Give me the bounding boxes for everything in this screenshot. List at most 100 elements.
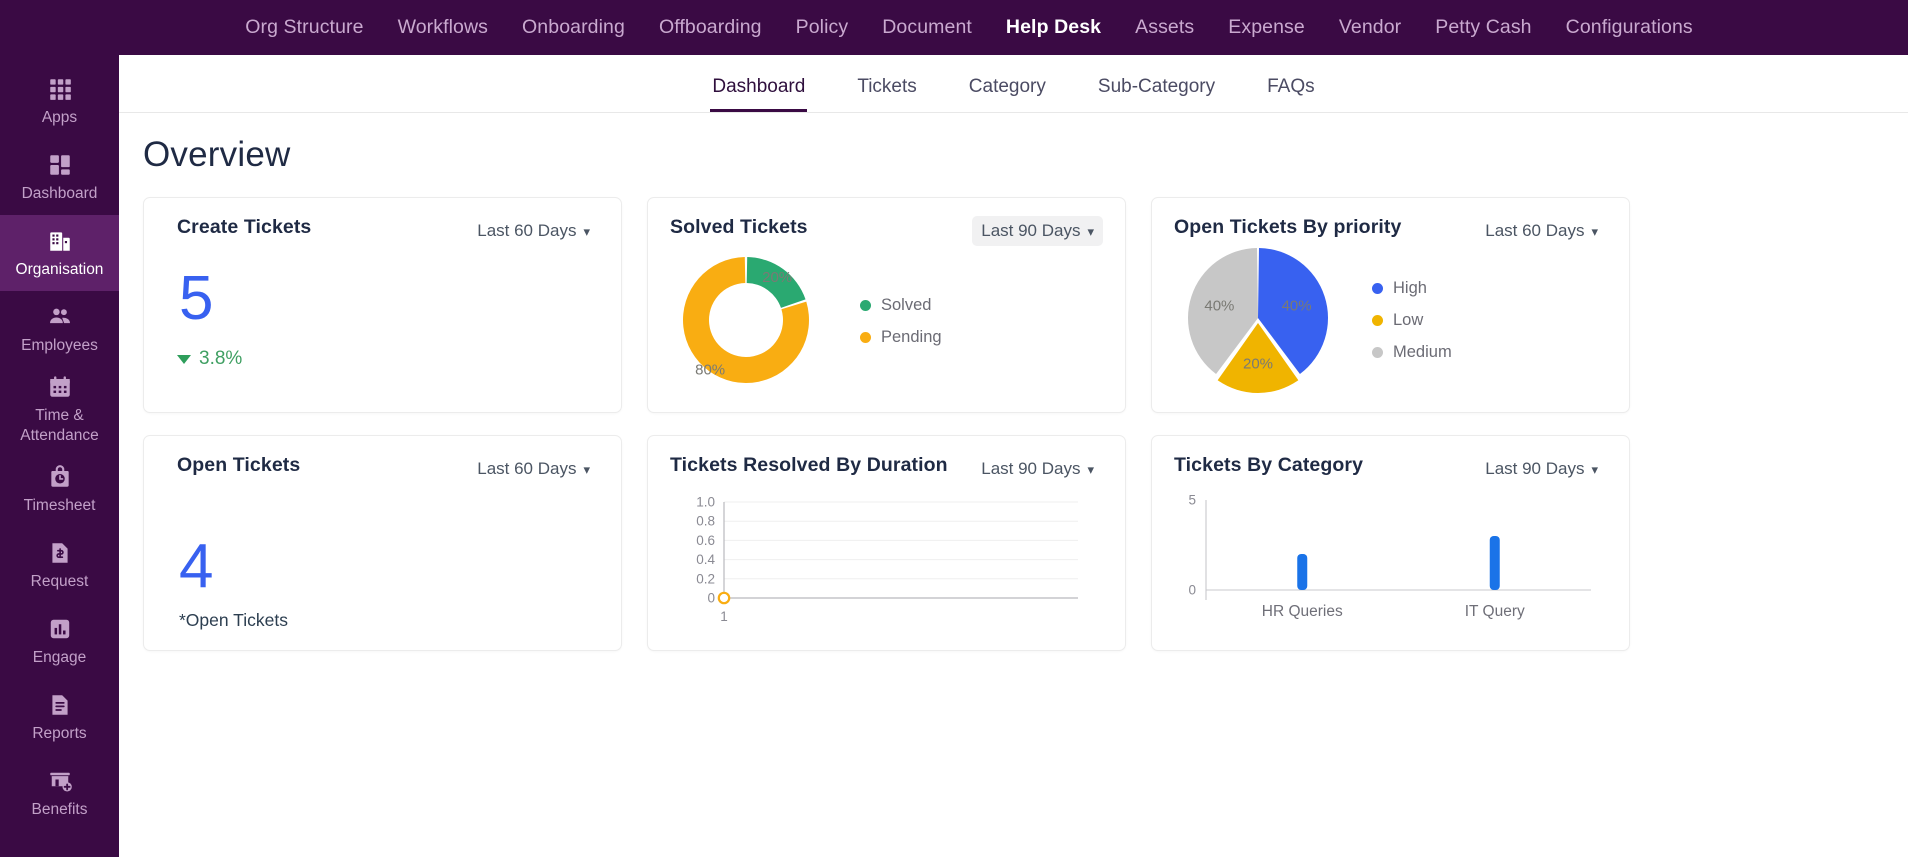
sidebar-item-dashboard[interactable]: Dashboard — [0, 139, 119, 215]
sidebar-item-request[interactable]: Request — [0, 528, 119, 604]
legend-color-dot — [860, 331, 871, 343]
tab-sub-category[interactable]: Sub-Category — [1072, 76, 1241, 112]
clock-bag-icon — [46, 463, 74, 491]
chart-legend-solved-tickets: Solved Pending — [860, 296, 942, 347]
sidebar-item-label: Apps — [41, 108, 78, 126]
card-title: Solved Tickets — [670, 216, 808, 238]
left-sidebar: Apps Dashboard Organisation Employees Ti… — [0, 55, 119, 857]
triangle-down-icon — [177, 354, 191, 364]
legend-item-solved[interactable]: Solved — [860, 296, 942, 315]
donut-slice-label: 20% — [762, 269, 792, 286]
tab-category[interactable]: Category — [943, 76, 1072, 112]
date-range-selector-tickets-by-category[interactable]: Last 90 Days ▾ — [1476, 454, 1607, 484]
topnav-item-vendor[interactable]: Vendor — [1322, 16, 1418, 39]
card-header: Open Tickets By priority Last 60 Days ▾ — [1174, 216, 1607, 246]
topnav-item-label: Configurations — [1565, 16, 1693, 38]
sidebar-item-benefits[interactable]: Benefits — [0, 756, 119, 832]
legend-label: Medium — [1393, 342, 1452, 361]
chart-row: 20% 80% Solved Pending — [670, 248, 1103, 400]
card-header: Tickets By Category Last 90 Days ▾ — [1174, 454, 1607, 484]
legend-item-medium[interactable]: Medium — [1372, 343, 1452, 362]
date-range-selector-resolved-duration[interactable]: Last 90 Days ▾ — [972, 454, 1103, 484]
sidebar-item-label: Benefits — [31, 801, 88, 819]
topnav-item-onboarding[interactable]: Onboarding — [505, 16, 642, 39]
legend-label: Low — [1393, 310, 1424, 329]
chevron-down-icon: ▾ — [583, 461, 590, 477]
legend-label: Pending — [881, 327, 942, 346]
sidebar-item-engage[interactable]: Engage — [0, 604, 119, 680]
sidebar-item-label: Dashboard — [21, 184, 98, 202]
date-range-selector-solved-tickets[interactable]: Last 90 Days ▾ — [972, 216, 1103, 246]
topnav-item-label: Org Structure — [245, 16, 364, 38]
pie-slice-label: 40% — [1204, 297, 1234, 314]
main-content: Dashboard Tickets Category Sub-Category FAQs… — [119, 55, 1908, 857]
topnav-item-offboarding[interactable]: Offboarding — [642, 16, 779, 39]
topnav-item-label: Onboarding — [522, 16, 625, 38]
sidebar-item-label: Time & Attendance — [20, 407, 99, 444]
topnav-item-workflows[interactable]: Workflows — [381, 16, 505, 39]
topnav-item-help-desk[interactable]: Help Desk — [989, 16, 1118, 39]
date-range-label: Last 90 Days — [981, 221, 1081, 240]
topnav-item-label: Policy — [795, 16, 849, 38]
tab-label: Tickets — [857, 76, 917, 97]
sidebar-item-apps[interactable]: Apps — [0, 63, 119, 139]
kpi-delta-row: 3.8% — [177, 348, 599, 370]
bar-it-query — [1489, 536, 1500, 590]
people-icon — [46, 303, 74, 331]
date-range-selector-open-by-priority[interactable]: Last 60 Days ▾ — [1476, 216, 1607, 246]
bar-hr-queries — [1297, 554, 1308, 590]
tab-label: Category — [968, 76, 1046, 97]
tab-tickets[interactable]: Tickets — [831, 76, 942, 112]
date-range-selector-open-tickets[interactable]: Last 60 Days ▾ — [468, 454, 599, 484]
topnav-item-org-structure[interactable]: Org Structure — [228, 16, 380, 39]
sidebar-item-label: Employees — [21, 336, 98, 354]
topnav-item-label: Assets — [1135, 16, 1195, 38]
card-tickets-resolved-by-duration: Tickets Resolved By Duration Last 90 Day… — [647, 435, 1126, 651]
topnav-item-document[interactable]: Document — [865, 16, 989, 39]
chart-row: 40% 20% 40% High Low Medium — [1174, 248, 1607, 400]
legend-item-low[interactable]: Low — [1372, 311, 1452, 330]
tickets-by-category-bar-chart: 0 5 HR Queries IT Query — [1188, 493, 1591, 620]
y-axis-tick-label: 5 — [1188, 493, 1196, 508]
card-title: Open Tickets — [177, 454, 301, 476]
date-range-selector-create-tickets[interactable]: Last 60 Days ▾ — [468, 216, 599, 246]
topnav-item-petty-cash[interactable]: Petty Cash — [1418, 16, 1548, 39]
open-tickets-priority-pie-chart: 40% 20% 40% — [1188, 248, 1328, 393]
x-axis-category-label: HR Queries — [1262, 603, 1343, 620]
tab-dashboard[interactable]: Dashboard — [686, 76, 831, 112]
legend-item-pending[interactable]: Pending — [860, 328, 942, 347]
sidebar-item-timesheet[interactable]: Timesheet — [0, 452, 119, 528]
sidebar-item-reports[interactable]: Reports — [0, 680, 119, 756]
tab-label: Sub-Category — [1097, 76, 1216, 97]
y-axis-tick-label: 0.8 — [696, 514, 715, 529]
topnav-item-label: Help Desk — [1005, 16, 1102, 38]
pie-slice-label: 40% — [1282, 297, 1312, 314]
sidebar-item-employees[interactable]: Employees — [0, 291, 119, 367]
date-range-label: Last 60 Days — [477, 221, 577, 240]
grid-apps-icon — [46, 75, 74, 103]
legend-item-high[interactable]: High — [1372, 279, 1452, 298]
sidebar-item-label: Request — [30, 573, 89, 591]
tab-label: FAQs — [1267, 76, 1315, 97]
date-range-label: Last 60 Days — [477, 459, 577, 478]
donut-slice-label: 80% — [695, 361, 725, 378]
tab-faqs[interactable]: FAQs — [1241, 76, 1341, 112]
date-range-label: Last 60 Days — [1485, 221, 1585, 240]
card-create-tickets: Create Tickets Last 60 Days ▾ 5 3.8% — [143, 197, 622, 413]
topnav-item-policy[interactable]: Policy — [779, 16, 866, 39]
chart-legend-priority: High Low Medium — [1372, 279, 1452, 362]
sidebar-item-time-attendance[interactable]: Time & Attendance — [0, 367, 119, 452]
chevron-down-icon: ▾ — [1087, 461, 1094, 477]
sidebar-item-organisation[interactable]: Organisation — [0, 215, 119, 291]
kpi-delta-value: 3.8% — [199, 348, 243, 369]
top-navigation-items: Org Structure Workflows Onboarding Offboard… — [228, 16, 1710, 39]
topnav-item-expense[interactable]: Expense — [1211, 16, 1322, 39]
dashboard-card-grid: Create Tickets Last 60 Days ▾ 5 3.8% Sol… — [143, 197, 1908, 651]
bar-chart-icon — [46, 615, 74, 643]
topnav-item-configurations[interactable]: Configurations — [1549, 16, 1710, 39]
tickets-resolved-duration-line-chart: 0 0.2 0.4 0.6 0.8 1.0 1 — [696, 495, 1078, 624]
topnav-item-assets[interactable]: Assets — [1118, 16, 1211, 39]
line-data-point — [717, 591, 731, 605]
y-axis-tick-label: 0 — [707, 591, 715, 606]
topnav-item-label: Workflows — [397, 16, 489, 38]
